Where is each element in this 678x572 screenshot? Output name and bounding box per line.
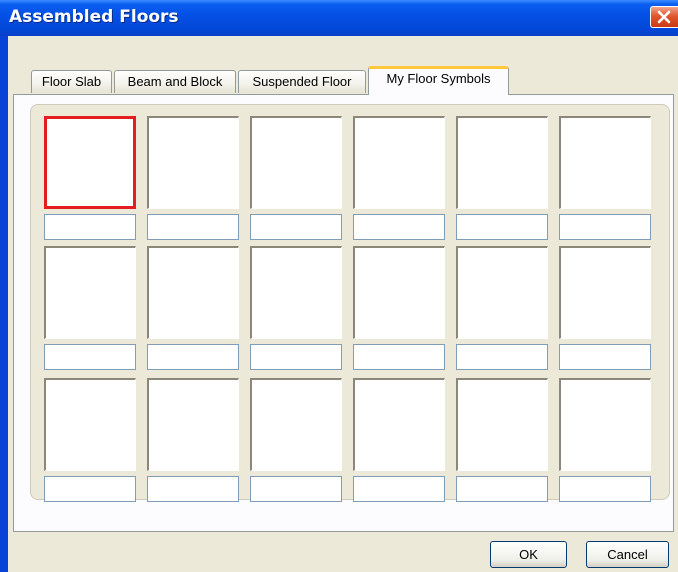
close-icon xyxy=(657,10,671,24)
tab-floor-slab[interactable]: Floor Slab xyxy=(31,70,112,93)
symbol-name-field[interactable] xyxy=(250,214,342,240)
symbol-name-field[interactable] xyxy=(559,344,651,370)
symbol-cell[interactable] xyxy=(353,378,445,471)
tab-suspended-floor[interactable]: Suspended Floor xyxy=(238,70,366,93)
dialog-client-area: Floor Slab Beam and Block Suspended Floo… xyxy=(8,36,678,572)
symbol-name-field[interactable] xyxy=(559,214,651,240)
symbol-cell[interactable] xyxy=(250,116,342,209)
symbol-name-field[interactable] xyxy=(250,344,342,370)
symbol-cell[interactable] xyxy=(44,116,136,209)
symbol-cell[interactable] xyxy=(559,378,651,471)
symbol-cell[interactable] xyxy=(44,246,136,339)
symbol-name-field[interactable] xyxy=(456,476,548,502)
symbol-cell[interactable] xyxy=(456,116,548,209)
symbol-cell[interactable] xyxy=(44,378,136,471)
cancel-button[interactable]: Cancel xyxy=(586,541,669,568)
window-title: Assembled Floors xyxy=(9,7,179,27)
tab-my-floor-symbols[interactable]: My Floor Symbols xyxy=(368,66,509,95)
symbol-name-field[interactable] xyxy=(44,344,136,370)
dialog-window: Assembled Floors Floor Slab Beam and Blo… xyxy=(0,0,678,572)
symbol-cell[interactable] xyxy=(353,116,445,209)
symbol-cell[interactable] xyxy=(559,116,651,209)
symbol-name-field[interactable] xyxy=(250,476,342,502)
symbol-name-field[interactable] xyxy=(147,214,239,240)
symbol-name-field[interactable] xyxy=(44,214,136,240)
symbol-name-field[interactable] xyxy=(44,476,136,502)
symbol-name-field[interactable] xyxy=(353,476,445,502)
close-button[interactable] xyxy=(650,6,678,28)
symbol-cell[interactable] xyxy=(456,378,548,471)
symbol-cell[interactable] xyxy=(147,116,239,209)
tab-beam-and-block[interactable]: Beam and Block xyxy=(114,70,236,93)
symbol-name-field[interactable] xyxy=(353,344,445,370)
symbol-name-field[interactable] xyxy=(456,344,548,370)
symbol-name-field[interactable] xyxy=(147,476,239,502)
symbol-name-field[interactable] xyxy=(559,476,651,502)
ok-button[interactable]: OK xyxy=(490,541,567,568)
symbol-name-field[interactable] xyxy=(147,344,239,370)
symbol-name-field[interactable] xyxy=(456,214,548,240)
symbol-cell[interactable] xyxy=(250,378,342,471)
symbol-name-field[interactable] xyxy=(353,214,445,240)
title-bar[interactable]: Assembled Floors xyxy=(0,0,678,36)
tab-strip: Floor Slab Beam and Block Suspended Floo… xyxy=(8,36,678,96)
symbol-cell[interactable] xyxy=(250,246,342,339)
symbol-cell[interactable] xyxy=(353,246,445,339)
symbol-cell[interactable] xyxy=(456,246,548,339)
symbol-cell[interactable] xyxy=(147,378,239,471)
symbol-cell[interactable] xyxy=(559,246,651,339)
symbol-cell[interactable] xyxy=(147,246,239,339)
